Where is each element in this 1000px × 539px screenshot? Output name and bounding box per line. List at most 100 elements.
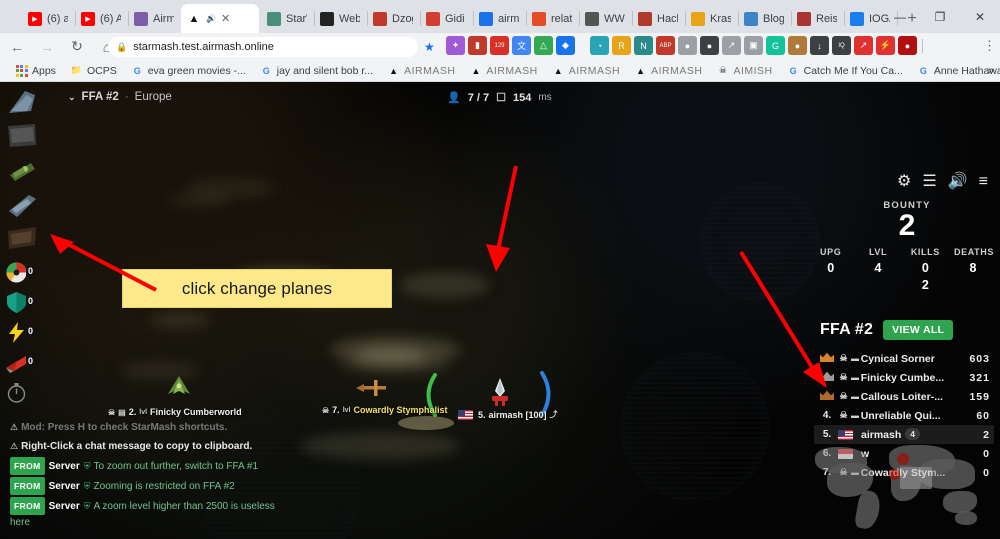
sound-icon[interactable]: 🔊	[948, 174, 968, 190]
chat-message[interactable]: ⚠ Right-Click a chat message to copy to c…	[10, 438, 290, 455]
browser-tab[interactable]: ▶ (6) Az	[75, 4, 127, 33]
browser-tab[interactable]: Gidi t	[420, 4, 472, 33]
maximize-button[interactable]: ❐	[920, 0, 960, 33]
browser-tab[interactable]: Blog-	[738, 4, 790, 33]
chat-log[interactable]: ⚠ Mod: Press H to check StarMash shortcut…	[10, 419, 290, 533]
rocket-icon[interactable]: ↗	[854, 36, 873, 55]
reader-icon[interactable]: R	[612, 36, 631, 55]
back-icon[interactable]: ←	[4, 34, 30, 60]
pocket-icon[interactable]: ◔	[590, 36, 609, 55]
game-viewport[interactable]: ⌄ FFA #2 · Europe 👤 7 / 7 ☐ 154 ms ⚙ ☰ 🔊 ≡ …	[0, 82, 1000, 539]
plane-distant-sprite	[398, 416, 454, 430]
chrome-menu-icon[interactable]: ⋮	[983, 38, 996, 54]
browser-tab[interactable]: WebG	[314, 4, 366, 33]
bookmark-item[interactable]: G Catch Me If You Ca...	[780, 64, 910, 77]
bookmark-item[interactable]: Geva green movies -...	[124, 64, 253, 77]
reload-icon[interactable]: ↻	[64, 34, 90, 60]
tab-mute-icon[interactable]: 🔊	[206, 14, 216, 23]
diamond-icon[interactable]: ◆	[556, 36, 575, 55]
plane-option-1[interactable]	[5, 87, 39, 120]
iq-icon[interactable]: IQ	[832, 36, 851, 55]
browser-tab[interactable]: ▶ (6) air	[22, 4, 74, 33]
scoreboard-row[interactable]: 4. ☠ ▬ Unreliable Qui... 60	[814, 406, 994, 425]
plane-option-5[interactable]	[5, 223, 39, 256]
shield-gauge-powerup[interactable]: 0	[5, 257, 39, 287]
tab-title: Gidi t	[445, 12, 466, 25]
window-icon[interactable]: ▣	[744, 36, 763, 55]
adblock-icon[interactable]: ABP	[656, 36, 675, 55]
browser-tab[interactable]: StarW	[261, 4, 313, 33]
view-all-button[interactable]: VIEW ALL	[883, 320, 954, 340]
bookmarks-overflow-icon[interactable]: »	[988, 65, 994, 77]
gear-icon[interactable]: ⚙	[897, 174, 911, 190]
bolt-powerup[interactable]: 0	[5, 317, 39, 347]
stat-value: 0	[921, 261, 929, 275]
browser-tab[interactable]: WWW	[579, 4, 631, 33]
minimap-landmass	[943, 491, 977, 513]
browser-tab[interactable]: ▲ 🔊 ✕	[181, 4, 259, 33]
tab-close-icon[interactable]: ✕	[221, 12, 230, 25]
browser-tab[interactable]: airma	[473, 4, 525, 33]
browser-tab[interactable]: Dzog	[367, 4, 419, 33]
minimize-button[interactable]: —	[880, 0, 920, 33]
bookmark-item[interactable]: ▲ AIRMASH	[380, 64, 462, 77]
scoreboard-score: 60	[976, 409, 990, 422]
bookmark-item[interactable]: 📁 OCPS	[63, 64, 124, 77]
speed-powerup[interactable]: 0	[5, 347, 39, 377]
plane-option-3[interactable]	[5, 155, 39, 188]
bookmark-item[interactable]: ▲ AIRMASH	[462, 64, 544, 77]
puzzle-extension-icon[interactable]: ✦	[446, 36, 465, 55]
download-icon[interactable]: ↓	[810, 36, 829, 55]
chat-message[interactable]: FROM Server ⛨ A zoom level higher than 2500…	[10, 497, 290, 531]
server-selector[interactable]: ⌄ FFA #2 · Europe	[68, 91, 172, 103]
level-icon: ▬	[851, 373, 859, 382]
book-extension-icon[interactable]: ▮	[468, 36, 487, 55]
menu-icon[interactable]: ≡	[979, 174, 988, 190]
image-icon	[373, 11, 387, 26]
scoreboard-row[interactable]: ☠ ▬ Finicky Cumbe... 321	[814, 368, 994, 387]
bookmark-item[interactable]: ▲ AIRMASH	[545, 64, 627, 77]
bookmark-item[interactable]: Gjay and silent bob r...	[253, 64, 380, 77]
chat-message[interactable]: FROM Server ⛨ To zoom out further, switch t…	[10, 457, 290, 475]
translate-icon[interactable]: 文	[512, 36, 531, 55]
close-window-button[interactable]: ✕	[960, 0, 1000, 33]
browser-tab[interactable]: Reise	[791, 4, 843, 33]
browser-tab[interactable]: Krass	[685, 4, 737, 33]
browser-tab[interactable]: relati	[526, 4, 578, 33]
scoreboard-row[interactable]: ☠ ▬ Callous Loiter-... 159	[814, 387, 994, 406]
world-minimap[interactable]	[805, 433, 990, 533]
shield-powerup[interactable]: 0	[5, 287, 39, 317]
google-icon: G	[919, 65, 927, 76]
stat-lvl: LVL 4	[859, 247, 896, 292]
plane-option-2[interactable]	[5, 121, 39, 154]
bookmark-item[interactable]: ▲ AIRMASH	[627, 64, 709, 77]
gmail-icon[interactable]: 129	[490, 36, 509, 55]
drive-icon[interactable]: △	[534, 36, 553, 55]
chat-message[interactable]: ⚠ Mod: Press H to check StarMash shortcut…	[10, 419, 290, 436]
balloon-icon[interactable]: ●	[678, 36, 697, 55]
plane-select-rail[interactable]: 0 0 0 0	[5, 87, 39, 407]
browser-tab[interactable]: Airma	[128, 4, 180, 33]
bookmark-star-icon[interactable]: ★	[424, 40, 435, 54]
bolt-icon[interactable]: ⚡	[876, 36, 895, 55]
forward-icon[interactable]: →	[34, 34, 60, 60]
youtube-icon: ▶	[81, 11, 95, 26]
monkey-icon[interactable]: ●	[788, 36, 807, 55]
runner-icon[interactable]: ↗	[722, 36, 741, 55]
list-icon[interactable]: ☰	[922, 174, 936, 190]
chat-message[interactable]: FROM Server ⛨ Zooming is restricted on FFA …	[10, 477, 290, 495]
scoreboard-row[interactable]: ☠ ▬ Cynical Sorner 603	[814, 349, 994, 368]
grammarly-icon[interactable]: G	[766, 36, 785, 55]
bookmark-item[interactable]: GAnne Hathaway mo...	[910, 64, 1000, 77]
address-bar[interactable]: 🔒 starmash.test.airmash.online	[108, 37, 418, 57]
coin-icon[interactable]: ●	[700, 36, 719, 55]
opera-icon[interactable]: ●	[898, 36, 917, 55]
screen-root: ▶ (6) air ▶ (6) Az Airma ▲ 🔊 ✕ StarW WebG Dzog Gidi…	[0, 0, 1000, 539]
player-stats-row: UPG 0 LVL 4 KILLS 0 2 DEATHS 8	[812, 247, 993, 292]
plane-option-4[interactable]	[5, 189, 39, 222]
browser-tab[interactable]: Hackr	[632, 4, 684, 33]
bookmark-item[interactable]: ☠ AIMISH	[709, 64, 779, 77]
notion-icon[interactable]: N	[634, 36, 653, 55]
bookmark-item[interactable]: Apps	[8, 64, 63, 77]
airmash-icon: ▲	[553, 65, 563, 76]
